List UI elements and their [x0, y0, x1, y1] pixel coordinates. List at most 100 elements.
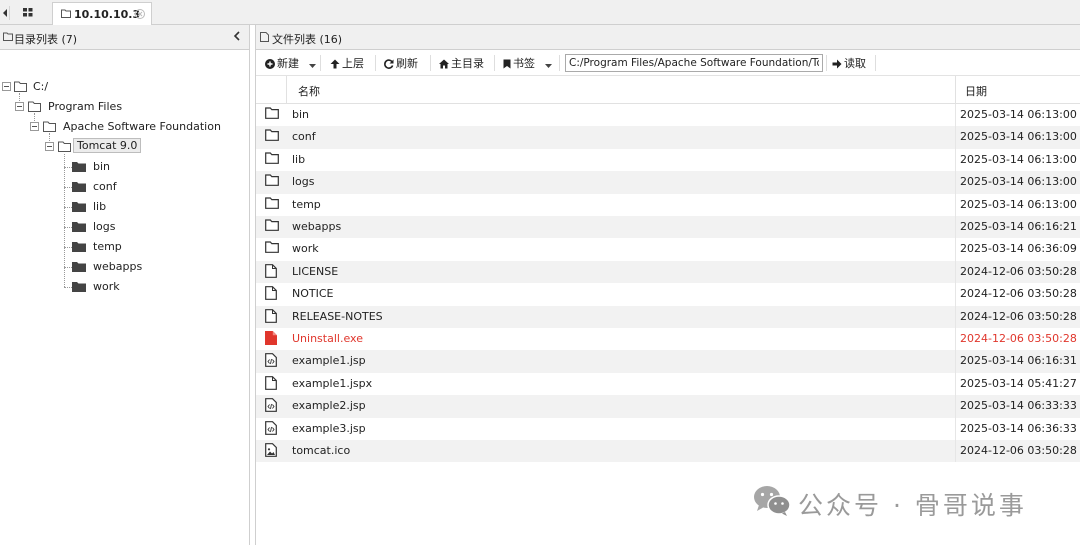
column-header-date[interactable]: 日期 [965, 83, 987, 99]
file-date: 2025-03-14 06:13:00 [960, 130, 1077, 144]
tree-node-lib[interactable]: lib [72, 198, 192, 216]
file-date: 2025-03-14 06:16:31 [960, 354, 1077, 368]
tab-host[interactable]: 10.10.10.3 [52, 2, 152, 25]
file-name[interactable]: bin [292, 108, 309, 121]
file-name[interactable]: webapps [292, 220, 341, 233]
chevron-left-icon[interactable] [233, 31, 241, 41]
table-row[interactable]: example1.jspx 2025-03-14 05:41:27 [256, 372, 1080, 396]
table-row[interactable]: example2.jsp 2025-03-14 06:33:33 [256, 395, 1080, 418]
file-name[interactable]: example1.jsp [292, 354, 366, 367]
column-divider [955, 395, 956, 418]
file-name[interactable]: temp [292, 198, 321, 211]
tree-connector [64, 267, 72, 268]
file-date: 2025-03-14 06:33:33 [960, 399, 1077, 413]
folder-icon [265, 107, 279, 122]
table-row[interactable]: tomcat.ico 2024-12-06 03:50:28 [256, 440, 1080, 463]
column-divider [955, 148, 956, 172]
toolbar-divider [494, 55, 495, 71]
folder-filled-icon [72, 242, 86, 252]
file-name[interactable]: example1.jspx [292, 377, 372, 390]
collapse-toggle-icon[interactable] [30, 122, 39, 131]
folder-filled-icon [72, 282, 86, 292]
tree-node-apache[interactable]: Apache Software Foundation [30, 118, 245, 136]
file-date: 2024-12-06 03:50:28 [960, 287, 1077, 301]
table-row[interactable]: temp 2025-03-14 06:13:00 [256, 193, 1080, 216]
tree-node-temp[interactable]: temp [72, 238, 192, 256]
file-date: 2024-12-06 03:50:28 [960, 309, 1077, 323]
tree-node-work[interactable]: work [72, 278, 192, 296]
bookmark-dropdown-button[interactable]: 书签 [503, 55, 554, 71]
tree-node-conf[interactable]: conf [72, 178, 192, 196]
file-name[interactable]: conf [292, 130, 316, 143]
table-row[interactable]: example3.jsp 2025-03-14 06:36:33 [256, 417, 1080, 440]
column-header-name[interactable]: 名称 [298, 83, 320, 99]
tree-node-label: work [93, 280, 120, 293]
table-row[interactable]: example1.jsp 2025-03-14 06:16:31 [256, 350, 1080, 373]
collapse-toggle-icon[interactable] [45, 142, 54, 151]
tree-node-tomcat[interactable]: Tomcat 9.0 [45, 138, 195, 156]
file-name[interactable]: LICENSE [292, 265, 338, 278]
table-row[interactable]: lib 2025-03-14 06:13:00 [256, 148, 1080, 172]
arrow-right-icon [832, 59, 842, 69]
file-toolbar: 新建 上层 刷新 主目录 书签 读取 [256, 50, 1080, 76]
table-row[interactable]: conf 2025-03-14 06:13:00 [256, 126, 1080, 149]
tree-node-program-files[interactable]: Program Files [15, 98, 215, 116]
table-row[interactable]: logs 2025-03-14 06:13:00 [256, 171, 1080, 194]
tab-label: 10.10.10.3 [74, 8, 141, 21]
file-name[interactable]: logs [292, 175, 315, 188]
table-row[interactable]: webapps 2025-03-14 06:16:21 [256, 216, 1080, 239]
toolbar-divider [826, 55, 827, 71]
column-divider [955, 216, 956, 239]
tab-scroll-left-button[interactable] [0, 6, 10, 20]
path-input[interactable] [565, 54, 823, 72]
table-row[interactable]: Uninstall.exe 2024-12-06 03:50:28 [256, 328, 1080, 351]
plus-circle-icon [265, 59, 275, 69]
table-row[interactable]: RELEASE-NOTES 2024-12-06 03:50:28 [256, 305, 1080, 328]
up-level-button[interactable]: 上层 [330, 55, 364, 71]
folder-icon [265, 174, 279, 189]
file-name[interactable]: work [292, 242, 319, 255]
wechat-logo-icon [754, 486, 791, 516]
column-divider [955, 171, 956, 194]
folder-icon [265, 196, 279, 212]
new-dropdown-button[interactable]: 新建 [265, 55, 318, 71]
tree-node-logs[interactable]: logs [72, 218, 192, 236]
file-name[interactable]: lib [292, 153, 305, 166]
table-row[interactable]: LICENSE 2024-12-06 03:50:28 [256, 260, 1080, 284]
table-row[interactable]: work 2025-03-14 06:36:09 [256, 238, 1080, 261]
toolbar-divider [559, 55, 560, 71]
directory-tree: C:/ Program Files Apache Software Founda… [0, 50, 249, 545]
tree-node-webapps[interactable]: webapps [72, 258, 192, 276]
column-divider [955, 283, 956, 306]
home-directory-button[interactable]: 主目录 [439, 55, 484, 71]
collapse-toggle-icon[interactable] [2, 82, 11, 91]
file-name[interactable]: RELEASE-NOTES [292, 310, 383, 323]
file-outline-icon [260, 32, 269, 42]
file-date: 2025-03-14 06:36:09 [960, 242, 1077, 256]
refresh-button[interactable]: 刷新 [384, 55, 418, 71]
tab-grid-button[interactable] [16, 5, 46, 21]
close-icon[interactable] [135, 9, 145, 19]
code-file-icon [265, 420, 277, 438]
column-divider [955, 104, 956, 127]
file-name[interactable]: example2.jsp [292, 399, 366, 412]
file-name[interactable]: Uninstall.exe [292, 332, 363, 345]
table-row[interactable]: bin 2025-03-14 06:13:00 [256, 104, 1080, 127]
file-icon [265, 308, 277, 326]
table-row[interactable]: NOTICE 2024-12-06 03:50:28 [256, 283, 1080, 306]
file-name[interactable]: example3.jsp [292, 422, 366, 435]
column-divider [955, 76, 956, 104]
file-date: 2025-03-14 06:13:00 [960, 152, 1077, 166]
tree-node-label: Program Files [48, 100, 123, 113]
read-button[interactable]: 读取 [832, 55, 866, 71]
tree-node-bin[interactable]: bin [72, 158, 192, 176]
tree-node-root[interactable]: C:/ [0, 78, 200, 96]
folder-outline-icon [14, 81, 27, 92]
file-name[interactable]: tomcat.ico [292, 444, 350, 457]
file-name[interactable]: NOTICE [292, 287, 333, 300]
file-date: 2025-03-14 06:13:00 [960, 175, 1077, 189]
collapse-toggle-icon[interactable] [15, 102, 24, 111]
file-pane: 文件列表 (16) 新建 上层 刷新 主目录 书签 读取 [255, 25, 1080, 545]
tree-node-label: C:/ [33, 80, 49, 93]
file-date: 2024-12-06 03:50:28 [960, 332, 1077, 345]
